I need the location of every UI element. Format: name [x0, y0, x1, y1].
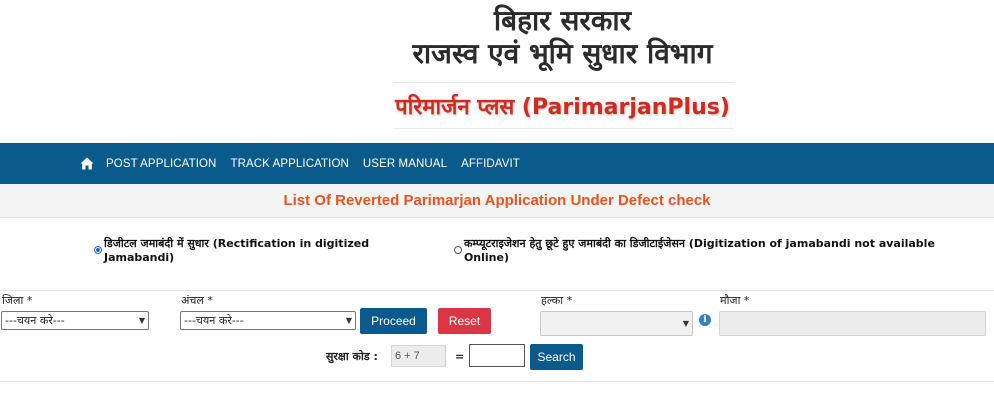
circle-select-value: ---चयन करे---: [184, 314, 244, 327]
radio-button-digitization[interactable]: [453, 246, 462, 254]
radio-label-digitization: कम्प्यूटराइजेशन हेतु छूटे हुए जमाबंदी का…: [463, 237, 935, 264]
captcha-answer-input[interactable]: [469, 344, 525, 367]
application-type-options: डिजीटल जमाबंदी में सुधार (Rectification …: [94, 236, 994, 264]
captcha-question: 6 + 7: [391, 345, 446, 367]
nav-affidavit[interactable]: AFFIDAVIT: [461, 158, 520, 170]
main-nav: POST APPLICATION TRACK APPLICATION USER …: [0, 143, 994, 184]
reset-button[interactable]: Reset: [438, 308, 491, 334]
radio-label-rectification: डिजीटल जमाबंदी में सुधार (Rectification …: [103, 237, 370, 264]
radio-option-rectification[interactable]: डिजीटल जमाबंदी में सुधार (Rectification …: [94, 236, 442, 264]
home-icon[interactable]: [80, 157, 94, 171]
proceed-button[interactable]: Proceed: [360, 308, 427, 334]
chevron-down-icon: ▼: [345, 316, 352, 325]
nav-post-application[interactable]: POST APPLICATION: [106, 158, 216, 170]
radio-button-rectification[interactable]: [94, 246, 102, 254]
halka-select[interactable]: ▼: [540, 311, 693, 336]
form-divider-bottom: [0, 381, 994, 382]
chevron-down-icon: ▼: [138, 316, 145, 325]
chevron-down-icon: ▼: [682, 319, 689, 328]
nav-track-application[interactable]: TRACK APPLICATION: [230, 158, 348, 170]
site-header: बिहार सरकार राजस्व एवं भूमि सुधार विभाग …: [0, 0, 994, 143]
mauja-field[interactable]: [719, 311, 986, 336]
district-select[interactable]: ---चयन करे--- ▼: [1, 311, 149, 330]
radio-option-digitization[interactable]: कम्प्यूटराइजेशन हेतु छूटे हुए जमाबंदी का…: [453, 236, 982, 264]
circle-select[interactable]: ---चयन करे--- ▼: [180, 311, 356, 330]
header-divider: [393, 82, 733, 83]
district-select-value: ---चयन करे---: [5, 314, 65, 327]
nav-user-manual[interactable]: USER MANUAL: [363, 158, 447, 170]
govt-title: बिहार सरकार: [493, 4, 632, 37]
page-title: List Of Reverted Parimarjan Application …: [283, 192, 711, 209]
header-divider-2: [393, 128, 733, 129]
mauja-label: मौजा *: [720, 294, 750, 307]
halka-label: हल्का *: [541, 294, 573, 307]
circle-label: अंचल *: [181, 294, 213, 307]
info-icon[interactable]: i: [699, 314, 711, 326]
form-divider-top: [0, 290, 994, 291]
department-title: राजस्व एवं भूमि सुधार विभाग: [412, 37, 713, 70]
district-label: जिला *: [2, 294, 33, 307]
search-button[interactable]: Search: [530, 344, 583, 370]
captcha-label: सुरक्षा कोड :: [326, 350, 378, 363]
captcha-equals: =: [455, 350, 465, 363]
app-title: परिमार्जन प्लस (ParimarjanPlus): [395, 95, 730, 120]
